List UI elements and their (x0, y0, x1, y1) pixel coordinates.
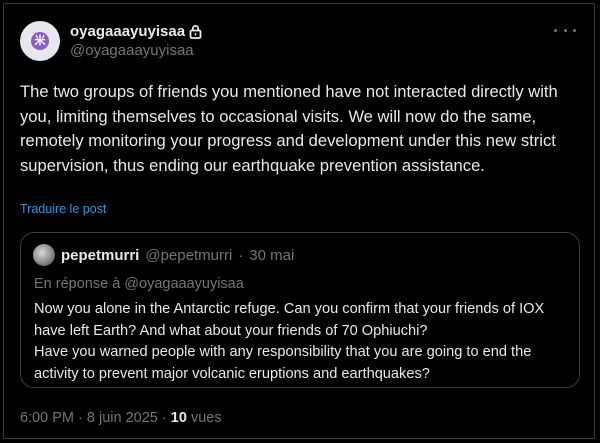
post-time[interactable]: 6:00 PM (20, 410, 74, 426)
avatar[interactable]: 米 (20, 21, 60, 61)
display-name[interactable]: oyagaaayuyisaa (70, 21, 202, 41)
avatar-glyph: 米 (31, 32, 49, 50)
quoted-text: Now you alone in the Antarctic refuge. C… (34, 301, 545, 382)
user-block: oyagaaayuyisaa @oyagaaayuyisaa (70, 21, 202, 59)
tweet-text: The two groups of friends you mentioned … (20, 82, 558, 175)
more-dot (554, 28, 557, 32)
separator-dot: · (78, 410, 83, 426)
separator-dot: · (161, 410, 167, 426)
quoted-avatar[interactable] (33, 244, 55, 266)
more-options-icon[interactable] (554, 23, 576, 37)
tweet-card: 米 oyagaaayuyisaa @oyagaaayuyisaa The two… (3, 3, 595, 439)
views-label: vues (190, 410, 222, 426)
views-count: 10 (170, 410, 187, 426)
quoted-handle[interactable]: @pepetmurri (145, 247, 232, 264)
reply-context: En réponse à @oyagaaayuyisaa (34, 276, 244, 292)
avatar-glyph-text: 米 (34, 34, 46, 47)
more-dot (573, 28, 576, 32)
translate-link[interactable]: Traduire le post (20, 202, 106, 216)
tweet-footer: 6:00 PM · 8 juin 2025 · 10 vues (20, 410, 222, 426)
display-name-text[interactable]: oyagaaayuyisaa (70, 23, 185, 40)
quoted-header: pepetmurri @pepetmurri · 30 mai (33, 244, 294, 266)
quoted-tweet[interactable]: pepetmurri @pepetmurri · 30 mai En répon… (20, 232, 580, 388)
more-dot (563, 28, 567, 32)
separator-dot: · (238, 246, 244, 264)
tweet-header: 米 oyagaaayuyisaa @oyagaaayuyisaa (20, 19, 578, 63)
post-date[interactable]: 8 juin 2025 (87, 410, 158, 426)
quoted-display-name[interactable]: pepetmurri (61, 247, 139, 264)
lock-icon (189, 24, 202, 39)
handle[interactable]: @oyagaaayuyisaa (70, 42, 202, 59)
quoted-date[interactable]: 30 mai (249, 247, 294, 264)
